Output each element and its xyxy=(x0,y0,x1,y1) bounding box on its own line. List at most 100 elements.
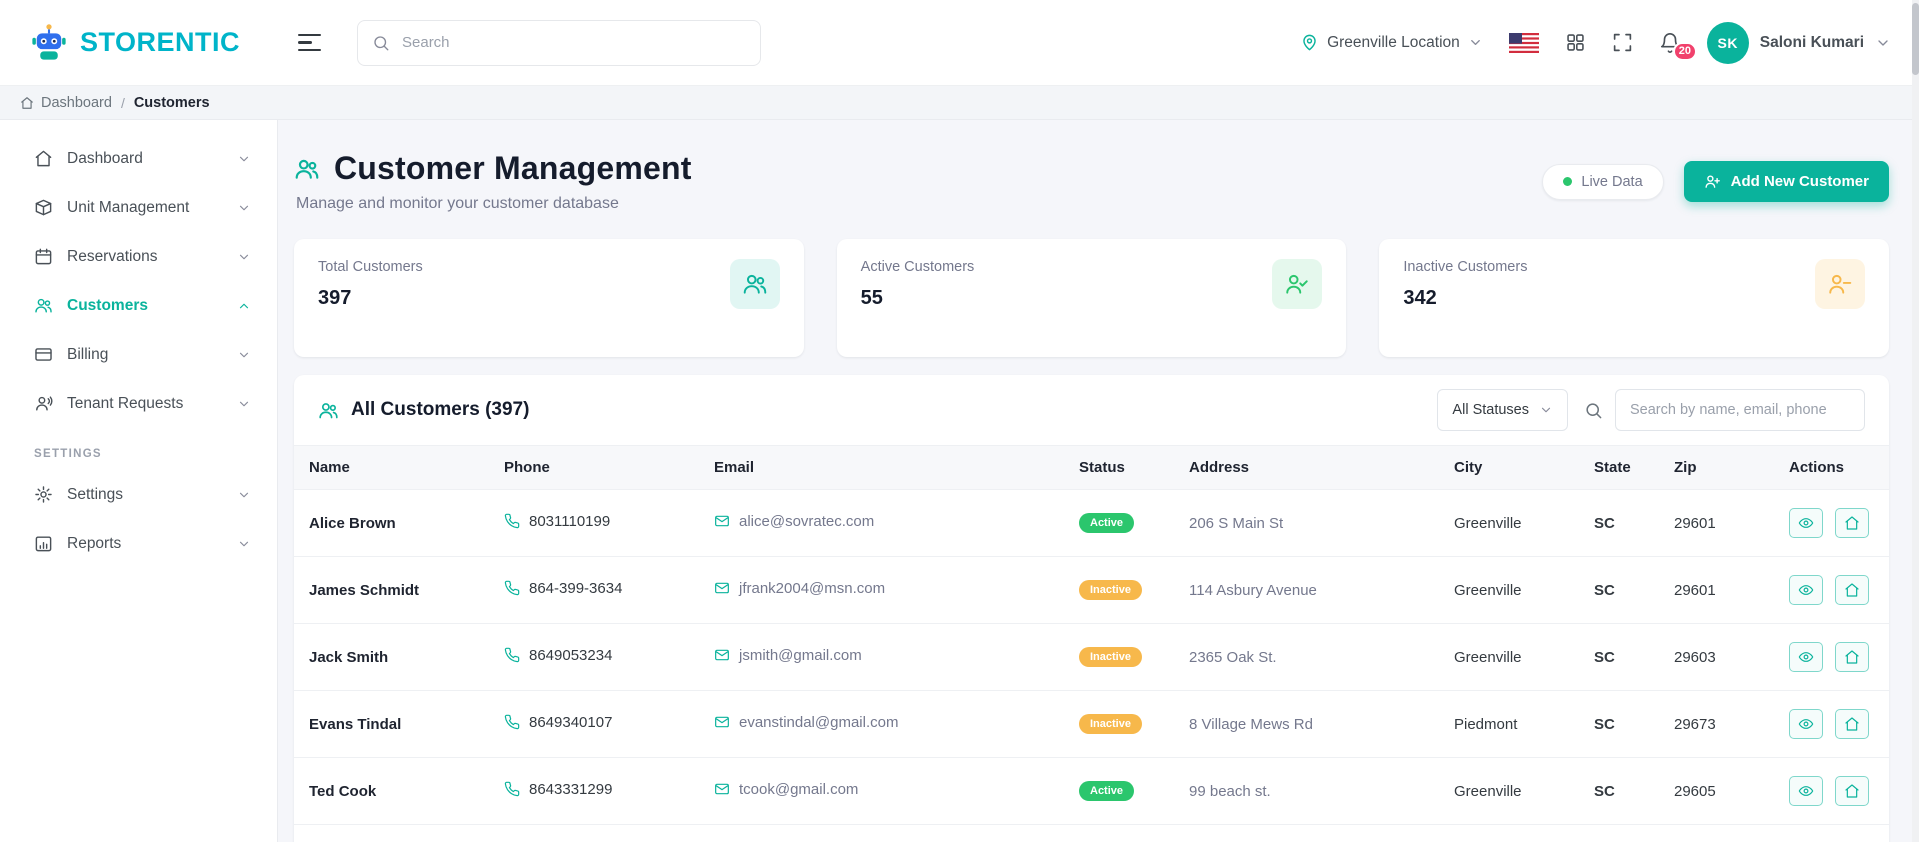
vertical-scrollbar[interactable] xyxy=(1912,0,1919,842)
sidebar-toggle-button[interactable] xyxy=(298,33,321,52)
customer-name: James Schmidt xyxy=(294,556,489,624)
calendar-icon xyxy=(34,247,53,266)
view-customer-button[interactable] xyxy=(1789,709,1823,739)
customer-zip: 29673 xyxy=(1659,824,1774,842)
users-icon xyxy=(318,400,339,421)
eye-icon xyxy=(1798,716,1814,732)
sidebar-item-settings[interactable]: Settings xyxy=(0,470,277,519)
sidebar-item-tenant-requests[interactable]: Tenant Requests xyxy=(0,379,277,428)
phone-icon xyxy=(504,714,520,730)
chevron-down-icon xyxy=(1539,403,1553,417)
map-pin-icon xyxy=(1300,33,1319,52)
column-header-actions: Actions xyxy=(1774,445,1889,490)
sidebar-item-customers[interactable]: Customers xyxy=(0,281,277,330)
sidebar-item-reservations[interactable]: Reservations xyxy=(0,232,277,281)
customer-state: SC xyxy=(1579,757,1659,825)
customer-address: 114 Manigault Dr xyxy=(1174,824,1439,842)
phone-icon xyxy=(504,580,520,596)
chevron-down-icon xyxy=(237,348,251,362)
house-icon xyxy=(1844,716,1860,732)
customer-units-button[interactable] xyxy=(1835,642,1870,672)
mail-icon xyxy=(714,647,730,663)
view-customer-button[interactable] xyxy=(1789,508,1823,538)
customer-name: Ted Cook xyxy=(294,757,489,825)
customer-units-button[interactable] xyxy=(1835,709,1870,739)
page-subtitle: Manage and monitor your customer databas… xyxy=(296,195,619,212)
topbar-actions: Greenville Location 20 SK Saloni Kumari xyxy=(1300,21,1891,64)
brand-name: STORENTIC xyxy=(80,27,241,57)
breadcrumb: Dashboard / Customers xyxy=(0,86,1919,120)
scrollbar-thumb[interactable] xyxy=(1912,3,1919,75)
customer-city: Piedmont xyxy=(1439,824,1579,842)
column-header-zip: Zip xyxy=(1659,445,1774,490)
users-icon xyxy=(729,259,780,309)
customer-units-button[interactable] xyxy=(1835,575,1870,605)
customer-phone: 8649053234 xyxy=(529,646,613,664)
user-check-icon xyxy=(1272,259,1323,309)
location-selector[interactable]: Greenville Location xyxy=(1300,33,1483,52)
customer-email: evanstindal@gmail.com xyxy=(739,713,899,731)
fullscreen-button[interactable] xyxy=(1612,32,1633,53)
customer-name: Jack Smith xyxy=(294,623,489,691)
notifications-button[interactable]: 20 xyxy=(1659,32,1698,61)
customer-phone: 8649340107 xyxy=(529,713,613,731)
sidebar-item-billing[interactable]: Billing xyxy=(0,330,277,379)
eye-icon xyxy=(1798,515,1814,531)
status-badge: Active xyxy=(1079,513,1135,533)
user-menu[interactable]: SK Saloni Kumari xyxy=(1706,21,1891,64)
global-search-input[interactable] xyxy=(357,19,761,66)
column-header-phone: Phone xyxy=(489,445,699,490)
gear-icon xyxy=(34,485,53,504)
column-header-address: Address xyxy=(1174,445,1439,490)
customer-city: Greenville xyxy=(1439,556,1579,624)
customer-name: Evans Tindal xyxy=(294,690,489,758)
mail-icon xyxy=(714,781,730,797)
apps-grid-button[interactable] xyxy=(1565,32,1586,53)
eye-icon xyxy=(1798,783,1814,799)
view-customer-button[interactable] xyxy=(1789,776,1823,806)
live-data-badge: Live Data xyxy=(1542,163,1664,200)
page-header: Customer Management Manage and monitor y… xyxy=(294,150,1889,213)
main-content: Customer Management Manage and monitor y… xyxy=(278,120,1919,842)
customer-row: STEVEN ORR 8643031780 steve.orr@carolina… xyxy=(294,824,1889,842)
table-search xyxy=(1584,389,1865,431)
status-badge: Inactive xyxy=(1079,580,1142,600)
sidebar-item-label: Unit Management xyxy=(67,198,190,216)
search-icon xyxy=(372,34,390,52)
customer-city: Piedmont xyxy=(1439,690,1579,758)
sidebar-item-unit-management[interactable]: Unit Management xyxy=(0,183,277,232)
table-search-input[interactable] xyxy=(1615,389,1865,431)
sidebar-item-label: Reservations xyxy=(67,247,158,265)
customer-units-button[interactable] xyxy=(1835,508,1870,538)
customer-address: 206 S Main St xyxy=(1174,489,1439,557)
breadcrumb-dashboard[interactable]: Dashboard xyxy=(20,95,112,111)
add-new-customer-button[interactable]: Add New Customer xyxy=(1683,161,1889,202)
brand-logo[interactable]: STORENTIC xyxy=(28,22,280,64)
page-header-left: Customer Management Manage and monitor y… xyxy=(294,150,692,213)
customer-zip: 29601 xyxy=(1659,489,1774,557)
column-header-email: Email xyxy=(699,445,1064,490)
sidebar-item-label: Billing xyxy=(67,345,109,363)
house-icon xyxy=(1844,783,1860,799)
chevron-down-icon xyxy=(1468,35,1483,50)
stat-value: 342 xyxy=(1403,287,1437,309)
status-filter-select[interactable]: All Statuses xyxy=(1437,389,1568,431)
mail-icon xyxy=(714,513,730,529)
sidebar-item-label: Tenant Requests xyxy=(67,394,184,412)
customer-units-button[interactable] xyxy=(1835,776,1870,806)
view-customer-button[interactable] xyxy=(1789,575,1823,605)
customer-email: jsmith@gmail.com xyxy=(739,646,862,664)
page-title: Customer Management xyxy=(334,150,692,186)
phone-icon xyxy=(504,781,520,797)
home-icon xyxy=(34,149,53,168)
customer-email: alice@sovratec.com xyxy=(739,512,875,530)
avatar: SK xyxy=(1706,21,1749,64)
mail-icon xyxy=(714,580,730,596)
stat-cards: Total Customers 397 Active Customers 55 … xyxy=(294,239,1890,357)
sidebar-item-dashboard[interactable]: Dashboard xyxy=(0,134,277,183)
view-customer-button[interactable] xyxy=(1789,642,1823,672)
sidebar-item-label: Dashboard xyxy=(67,149,143,167)
location-label: Greenville Location xyxy=(1327,33,1460,51)
sidebar-item-reports[interactable]: Reports xyxy=(0,519,277,568)
language-flag-button[interactable] xyxy=(1508,32,1539,53)
